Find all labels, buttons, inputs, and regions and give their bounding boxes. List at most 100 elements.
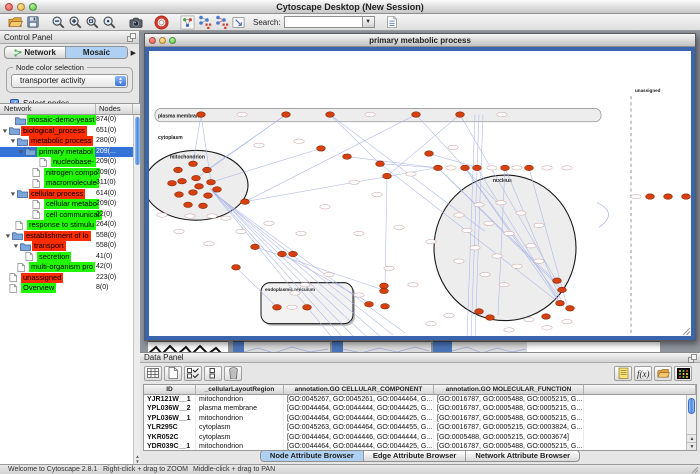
network-node[interactable] [473, 165, 482, 171]
table-scrollbar[interactable]: ▲ ▼ [686, 395, 696, 450]
network-node[interactable] [213, 187, 222, 193]
table-cell[interactable]: [GO:0044464, GO:0044444, GO:0044425, G..… [284, 404, 434, 413]
table-scrollbar-thumb[interactable] [688, 398, 695, 414]
tab-overflow-arrow-icon[interactable]: ▶ [131, 49, 136, 57]
table-cell[interactable]: [GO:0045263, GO:0044464, GO:0044455, G..… [284, 423, 434, 432]
zoom-fit-icon[interactable] [101, 14, 118, 30]
attribute-browser-icon[interactable] [384, 14, 401, 30]
network-node[interactable] [175, 192, 184, 198]
table-cell[interactable]: [GO:0016787, GO:0005488, GO:0005215, G..… [434, 404, 584, 413]
network-node[interactable] [425, 151, 434, 157]
tab-edge-attribute-browser[interactable]: Edge Attribute Browser [364, 451, 466, 461]
table-cell[interactable]: plasma membrane [196, 404, 284, 413]
network-node[interactable] [381, 304, 390, 310]
network-node[interactable] [192, 175, 201, 181]
network-node[interactable] [199, 203, 208, 209]
network-node[interactable] [376, 161, 385, 167]
search-dropdown-button[interactable]: ▼ [362, 16, 375, 28]
table-row[interactable]: YPL036W__2plasma membrane[GO:0044464, GO… [144, 404, 696, 413]
network-node[interactable] [303, 305, 312, 311]
app-resize-grip[interactable] [691, 466, 699, 474]
tree-row[interactable]: primary metabol209(... [0, 147, 133, 158]
table-row[interactable]: YJR121W__1mitochondrion[GO:0045267, GO:0… [144, 395, 696, 404]
network-node[interactable] [365, 301, 374, 307]
network-node[interactable] [207, 179, 216, 185]
node-color-dropdown[interactable]: transporter activity ▲▼ [11, 74, 128, 88]
network-node[interactable] [289, 251, 298, 257]
table-cell[interactable] [584, 395, 696, 404]
select-all-attributes-icon[interactable] [184, 366, 202, 381]
network-node[interactable] [204, 193, 213, 199]
zoom-in-icon[interactable] [67, 14, 84, 30]
tree-expand-arrow-icon[interactable] [18, 149, 25, 155]
background-window-fragment[interactable] [233, 341, 244, 352]
help-lifering-icon[interactable] [153, 14, 170, 30]
tree-row[interactable]: establishment of lo558(0) [0, 231, 133, 242]
network-node[interactable] [434, 165, 443, 171]
network-node[interactable] [486, 315, 495, 321]
network-node[interactable] [380, 283, 389, 289]
tree-row[interactable]: transport558(0) [0, 241, 133, 252]
network-node[interactable] [553, 278, 562, 284]
background-window-fragment[interactable] [148, 341, 228, 352]
network-node[interactable] [326, 112, 335, 118]
tree-row[interactable]: cellular metabo209(0) [0, 199, 133, 210]
network-node[interactable] [501, 165, 510, 171]
network-node[interactable] [461, 165, 470, 171]
table-row[interactable]: YPL036W__1mitochondrion[GO:0044464, GO:0… [144, 414, 696, 423]
tree-row[interactable]: metabolic process280(0) [0, 136, 133, 147]
table-row[interactable]: YKR052Ccytoplasm[GO:0044464, GO:0044446,… [144, 433, 696, 442]
import-attributes-folder-icon[interactable] [654, 366, 672, 381]
search-input[interactable] [284, 16, 362, 28]
tree-row[interactable]: cellular process614(0) [0, 189, 133, 200]
table-cell[interactable]: YLR295C [144, 423, 196, 432]
tree-expand-arrow-icon[interactable] [13, 243, 20, 249]
heatmap-matrix-icon[interactable] [674, 366, 692, 381]
background-window-fragment[interactable] [527, 341, 660, 352]
table-row[interactable]: YLR295Ccytoplasm[GO:0045263, GO:0044464,… [144, 423, 696, 432]
table-cell[interactable]: YPL036W__2 [144, 404, 196, 413]
network-node[interactable] [189, 161, 198, 167]
tree-row[interactable]: secretion41(0) [0, 252, 133, 263]
tree-scrollbar[interactable]: ▲▼ [133, 115, 140, 464]
background-window-fragment[interactable] [452, 341, 527, 352]
float-panel-icon[interactable] [127, 33, 136, 42]
tree-row[interactable]: Overview8(0) [0, 283, 133, 294]
network-node[interactable] [273, 305, 282, 311]
network-node[interactable] [475, 309, 484, 315]
network-node[interactable] [197, 112, 206, 118]
save-session-icon[interactable] [24, 14, 41, 30]
network-node[interactable] [682, 194, 691, 200]
open-session-icon[interactable] [7, 14, 24, 30]
network-node[interactable] [558, 287, 567, 293]
table-scroll-down-icon[interactable]: ▼ [687, 442, 697, 450]
tree-column-nodes[interactable]: Nodes [96, 104, 133, 114]
background-window-fragment[interactable] [433, 341, 452, 352]
new-network-selected-nodes-icon[interactable] [196, 14, 213, 30]
network-node[interactable] [412, 112, 421, 118]
network-node[interactable] [664, 194, 673, 200]
background-window-fragment[interactable] [332, 341, 343, 352]
tree-row[interactable]: nitrogen compo209(0) [0, 168, 133, 179]
tab-network[interactable]: Network [5, 47, 66, 58]
table-column-header[interactable]: ID [144, 385, 196, 394]
table-cell[interactable]: [GO:0016787, GO:0005488, GO:0005215, G..… [434, 414, 584, 423]
function-builder-icon[interactable]: f(x) [634, 366, 652, 381]
table-cell[interactable] [584, 423, 696, 432]
table-column-header[interactable] [584, 385, 696, 394]
snapshot-camera-icon[interactable] [127, 14, 144, 30]
table-cell[interactable]: mitochondrion [196, 395, 284, 404]
network-node[interactable] [174, 167, 183, 173]
table-column-header[interactable]: annotation.GO MOLECULAR_FUNCTION [434, 385, 584, 394]
tree-expand-arrow-icon[interactable] [5, 233, 12, 239]
table-cell[interactable] [584, 404, 696, 413]
tab-mosaic[interactable]: Mosaic [66, 47, 126, 58]
tree-row[interactable]: mosaic-demo-yeast874(0) [0, 115, 133, 126]
network-node[interactable] [525, 165, 534, 171]
network-node[interactable] [278, 251, 287, 257]
table-cell[interactable]: YJR121W__1 [144, 395, 196, 404]
network-node[interactable] [380, 288, 389, 294]
float-data-panel-icon[interactable] [688, 354, 697, 363]
zoom-selected-region-icon[interactable] [84, 14, 101, 30]
import-table-icon[interactable] [230, 14, 247, 30]
